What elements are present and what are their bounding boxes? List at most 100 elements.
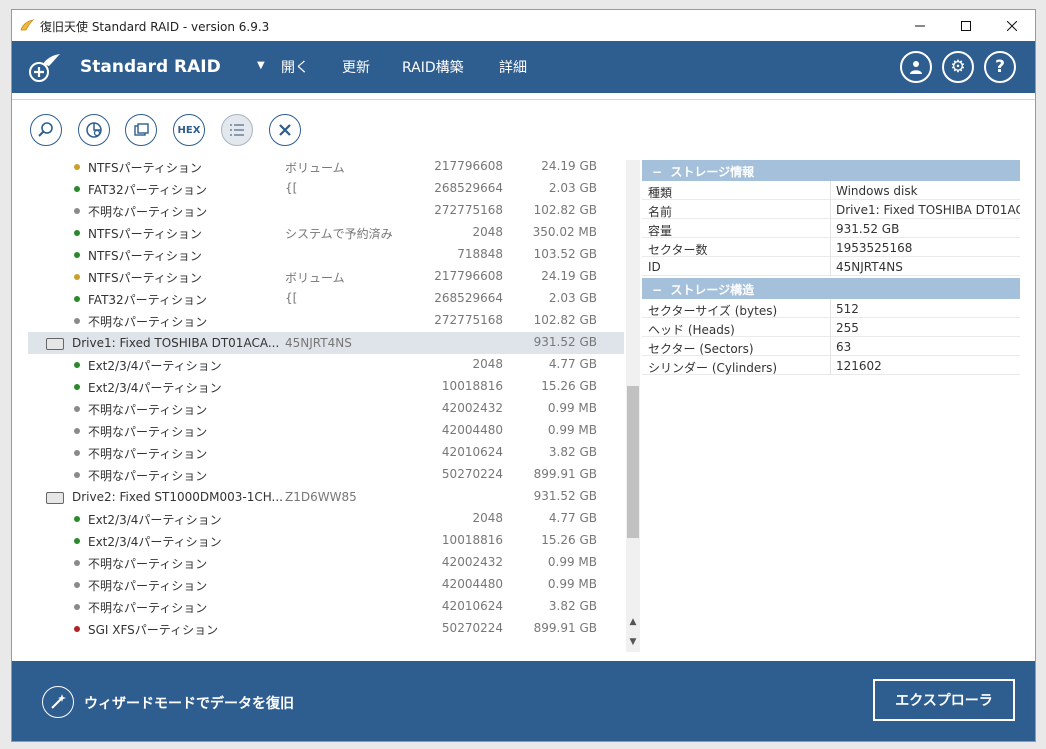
partition-name: NTFSパーティション (88, 227, 202, 241)
partition-row[interactable]: 不明なパーティション 42004480 0.99 MB (28, 420, 624, 442)
magic-wand-icon[interactable] (42, 686, 74, 718)
hex-label: HEX (177, 124, 201, 136)
partition-row[interactable]: NTFSパーティション ボリューム 217796608 24.19 GB (28, 266, 624, 288)
partition-row[interactable]: Ext2/3/4パーティション 10018816 15.26 GB (28, 530, 624, 552)
title-bar[interactable]: 復旧天使 Standard RAID - version 6.9.3 (12, 10, 1035, 41)
partition-start-sector: 268529664 (434, 291, 503, 305)
logo-icon (29, 54, 60, 82)
storage-structure-table: セクターサイズ (bytes) 512 ヘッド (Heads) 255 セクター (Se… (642, 299, 1020, 375)
partition-row[interactable]: 不明なパーティション 42002432 0.99 MB (28, 398, 624, 420)
partition-status-icon (74, 318, 80, 324)
partition-row[interactable]: FAT32パーティション {[268529664 2.03 GB (28, 178, 624, 200)
partition-status-icon (74, 230, 80, 236)
storage-info-header[interactable]: − ストレージ情報 (642, 160, 1020, 181)
partition-row[interactable]: Ext2/3/4パーティション 10018816 15.26 GB (28, 376, 624, 398)
wizard-mode-link[interactable]: ウィザードモードでデータを復旧 (84, 693, 294, 713)
partition-row[interactable]: 不明なパーティション 272775168 102.82 GB (28, 310, 624, 332)
scan-button[interactable] (78, 114, 110, 146)
partition-row[interactable]: NTFSパーティション 718848 103.52 GB (28, 244, 624, 266)
menu-details[interactable]: 詳細 (499, 57, 527, 77)
partition-status-icon (74, 604, 80, 610)
partition-status-icon (74, 450, 80, 456)
partition-name: 不明なパーティション (88, 205, 208, 219)
info-value: Drive1: Fixed TOSHIBA DT01ACA300 (836, 203, 1020, 217)
partition-status-icon (74, 296, 80, 302)
partition-label: {[ (285, 181, 298, 195)
info-row: ヘッド (Heads) 255 (642, 318, 1020, 337)
partition-size: 24.19 GB (541, 269, 597, 283)
maximize-button[interactable] (943, 10, 989, 41)
info-value: 1953525168 (836, 241, 913, 255)
drive-size: 931.52 GB (533, 335, 597, 349)
partition-status-icon (74, 252, 80, 258)
hex-button[interactable]: HEX (173, 114, 205, 146)
menu-caret-icon[interactable]: ▼ (257, 60, 265, 71)
info-row: シリンダー (Cylinders) 121602 (642, 356, 1020, 375)
info-row: 名前 Drive1: Fixed TOSHIBA DT01ACA300 (642, 200, 1020, 219)
info-value: 45NJRT4NS (836, 260, 903, 274)
info-value: 931.52 GB (836, 222, 900, 236)
drive-row[interactable]: Drive1: Fixed TOSHIBA DT01ACA... 45NJRT4N… (28, 332, 624, 354)
settings-button[interactable]: ⚙ (942, 51, 974, 83)
partition-start-sector: 217796608 (434, 269, 503, 283)
partition-name: Ext2/3/4パーティション (88, 535, 222, 549)
help-button[interactable]: ? (984, 51, 1016, 83)
list-view-button[interactable] (221, 114, 253, 146)
minimize-icon (915, 25, 925, 26)
partition-name: FAT32パーティション (88, 183, 207, 197)
menu-refresh[interactable]: 更新 (342, 57, 370, 77)
menu-open[interactable]: 開く (281, 57, 309, 77)
partition-start-sector: 268529664 (434, 181, 503, 195)
scroll-down-icon[interactable]: ▼ (626, 634, 640, 650)
partition-row[interactable]: NTFSパーティション システムで予約済み 2048 350.02 MB (28, 222, 624, 244)
partition-size: 3.82 GB (548, 599, 597, 613)
scroll-thumb[interactable] (627, 386, 639, 538)
partition-row[interactable]: NTFSパーティション ボリューム 217796608 24.19 GB (28, 160, 624, 178)
storage-info-title: ストレージ情報 (670, 165, 755, 179)
partition-start-sector: 42010624 (441, 599, 503, 613)
info-key: シリンダー (Cylinders) (648, 361, 778, 375)
search-icon (38, 122, 53, 137)
info-row: ID 45NJRT4NS (642, 257, 1020, 276)
partition-row[interactable]: 不明なパーティション 50270224 899.91 GB (28, 464, 624, 486)
partition-size: 0.99 MB (547, 401, 597, 415)
account-button[interactable] (900, 51, 932, 83)
image-button[interactable] (125, 114, 157, 146)
partition-status-icon (74, 164, 80, 170)
partition-name: 不明なパーティション (88, 447, 208, 461)
partition-row[interactable]: SGI XFSパーティション 50270224 899.91 GB (28, 618, 624, 640)
partition-row[interactable]: FAT32パーティション {[268529664 2.03 GB (28, 288, 624, 310)
storage-structure-header[interactable]: − ストレージ構造 (642, 278, 1020, 299)
partition-status-icon (74, 472, 80, 478)
user-icon (910, 61, 922, 74)
close-x-icon (279, 124, 291, 136)
info-value: 512 (836, 302, 859, 316)
tree-scrollbar[interactable]: ▲ ▼ (626, 160, 640, 652)
partition-row[interactable]: 不明なパーティション 42010624 3.82 GB (28, 596, 624, 618)
partition-start-sector: 42010624 (441, 445, 503, 459)
partition-name: 不明なパーティション (88, 579, 208, 593)
minimize-button[interactable] (897, 10, 943, 41)
column-divider (830, 238, 831, 257)
menu-raid-build[interactable]: RAID構築 (402, 57, 464, 77)
partition-row[interactable]: 不明なパーティション 42010624 3.82 GB (28, 442, 624, 464)
partition-name: Ext2/3/4パーティション (88, 381, 222, 395)
close-button[interactable] (269, 114, 301, 146)
partition-start-sector: 42002432 (441, 555, 503, 569)
search-button[interactable] (30, 114, 62, 146)
drive-row[interactable]: Drive2: Fixed ST1000DM003-1CH... Z1D6WW85… (28, 486, 624, 508)
close-window-button[interactable] (989, 10, 1035, 41)
partition-row[interactable]: Ext2/3/4パーティション 2048 4.77 GB (28, 508, 624, 530)
drive-tree[interactable]: NTFSパーティション ボリューム 217796608 24.19 GB FAT32パー… (28, 160, 624, 652)
scan-disk-icon (86, 122, 102, 138)
partition-size: 899.91 GB (533, 621, 597, 635)
partition-row[interactable]: 不明なパーティション 42004480 0.99 MB (28, 574, 624, 596)
scroll-up-icon[interactable]: ▲ (626, 614, 640, 630)
partition-row[interactable]: Ext2/3/4パーティション 2048 4.77 GB (28, 354, 624, 376)
explorer-button[interactable]: エクスプローラ (873, 679, 1015, 721)
partition-row[interactable]: 不明なパーティション 42002432 0.99 MB (28, 552, 624, 574)
info-key: 名前 (648, 205, 673, 219)
drive-name: Drive2: Fixed ST1000DM003-1CH... (72, 490, 283, 504)
partition-row[interactable]: 不明なパーティション 272775168 102.82 GB (28, 200, 624, 222)
partition-size: 102.82 GB (533, 313, 597, 327)
